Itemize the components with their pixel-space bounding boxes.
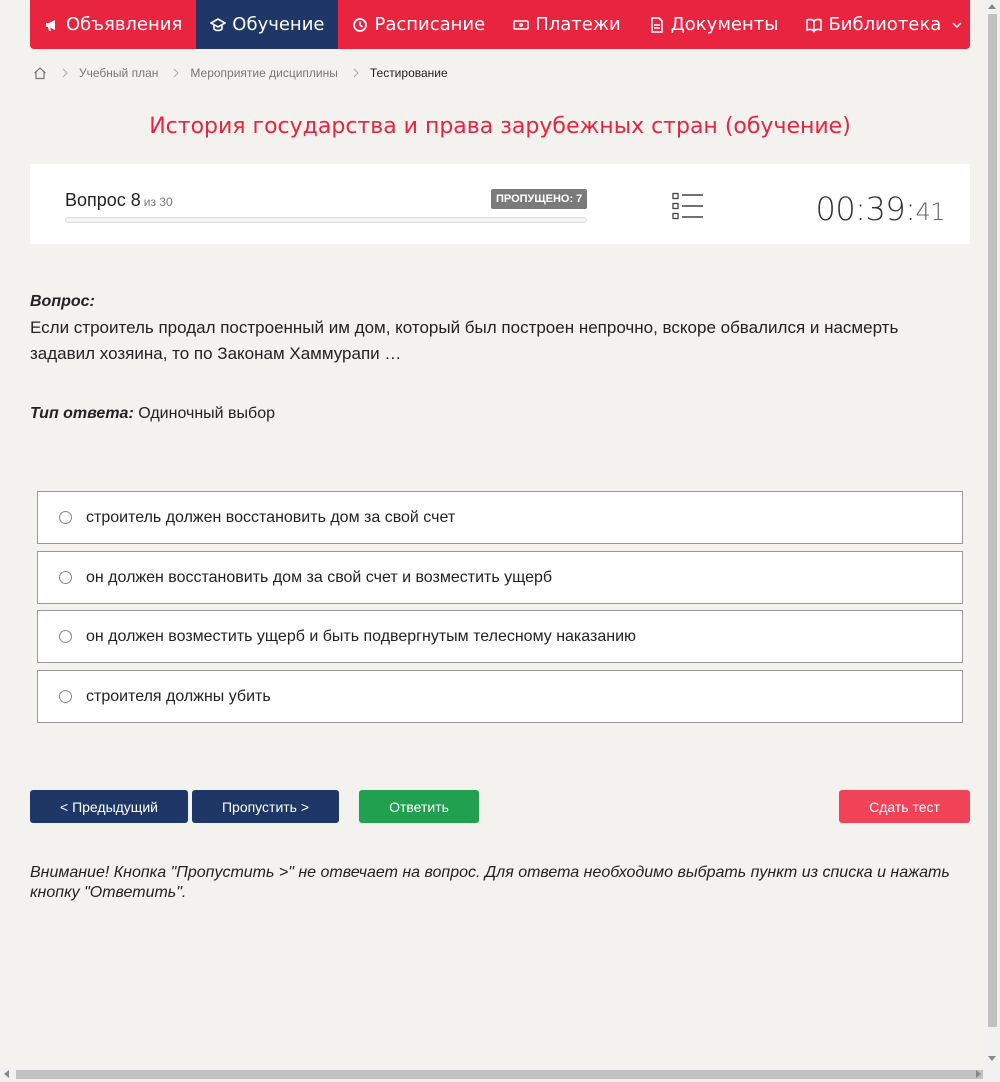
answer-option-3[interactable]: он должен возместить ущерб и быть подвер…: [37, 610, 963, 663]
skipped-badge: ПРОПУЩЕНО: 7: [491, 189, 588, 209]
answer-type-label: Тип ответа:: [30, 405, 134, 422]
vertical-scroll-thumb[interactable]: [988, 14, 997, 1027]
nav-item-label: Расписание: [374, 14, 486, 35]
answer-option-label: строитель должен восстановить дом за сво…: [86, 508, 456, 526]
megaphone-icon: [44, 17, 60, 33]
question-total: из 30: [143, 195, 173, 209]
question-counter: Вопрос 8 из 30: [65, 190, 173, 211]
scroll-up-arrow-icon[interactable]: [988, 4, 996, 9]
answer-type: Тип ответа: Одиночный выбор: [30, 405, 275, 423]
answer-option-1[interactable]: строитель должен восстановить дом за сво…: [37, 491, 963, 544]
skip-warning-text: Внимание! Кнопка "Пропустить >" не отвеч…: [30, 864, 950, 901]
top-navigation: Объявления Обучение Расписание Платежи Д…: [30, 0, 970, 49]
nav-item-schedule[interactable]: Расписание: [338, 0, 499, 49]
nav-item-payments[interactable]: Платежи: [499, 0, 635, 49]
breadcrumb: Учебный план Мероприятие дисциплины Тест…: [33, 63, 448, 83]
nav-item-label: Объявления: [66, 14, 183, 35]
nav-item-learning[interactable]: Обучение: [196, 0, 339, 49]
previous-button[interactable]: < Предыдущий: [30, 790, 188, 823]
timer-main: 00:39:: [815, 190, 916, 228]
question-number: Вопрос 8: [65, 190, 141, 210]
document-icon: [649, 16, 665, 33]
radio-button[interactable]: [59, 630, 72, 643]
scroll-right-arrow-icon[interactable]: [976, 1070, 981, 1078]
page-title: История государства и права зарубежных с…: [149, 114, 851, 139]
breadcrumb-curriculum[interactable]: Учебный план: [79, 66, 158, 80]
radio-button[interactable]: [59, 571, 72, 584]
nav-item-label: Библиотека: [828, 14, 942, 35]
horizontal-scrollbar[interactable]: [0, 1067, 1000, 1082]
answer-option-label: строителя должны убить: [86, 687, 271, 705]
chevron-down-icon: [951, 19, 963, 31]
radio-button[interactable]: [59, 511, 72, 524]
chevron-right-icon: [61, 68, 69, 78]
timer-seconds: 41: [915, 198, 945, 226]
nav-item-label: Документы: [670, 14, 779, 35]
progress-bar: [65, 217, 587, 223]
money-icon: [513, 17, 529, 33]
submit-test-button[interactable]: Сдать тест: [839, 790, 970, 823]
test-progress-panel: Вопрос 8 из 30 ПРОПУЩЕНО: 7 00:39:41: [30, 164, 970, 244]
countdown-timer: 00:39:41: [815, 190, 945, 228]
breadcrumb-testing: Тестирование: [369, 66, 448, 80]
answer-option-2[interactable]: он должен восстановить дом за свой счет …: [37, 551, 963, 604]
chevron-right-icon: [172, 68, 180, 78]
nav-item-label: Платежи: [535, 14, 621, 35]
question-list-icon[interactable]: [672, 192, 704, 220]
vertical-scrollbar[interactable]: [985, 0, 1000, 1067]
nav-item-announcements[interactable]: Объявления: [30, 0, 196, 49]
answer-button[interactable]: Ответить: [359, 790, 479, 823]
radio-button[interactable]: [59, 690, 72, 703]
nav-item-library[interactable]: Библиотека: [792, 0, 983, 49]
answer-option-label: он должен восстановить дом за свой счет …: [86, 568, 553, 586]
nav-item-documents[interactable]: Документы: [635, 0, 793, 49]
question-label: Вопрос:: [30, 293, 95, 310]
chevron-right-icon: [352, 68, 360, 78]
scroll-left-arrow-icon[interactable]: [4, 1070, 9, 1078]
answer-option-4[interactable]: строителя должны убить: [37, 670, 963, 723]
answer-type-value: Одиночный выбор: [138, 405, 275, 422]
horizontal-scroll-thumb[interactable]: [16, 1070, 983, 1079]
clock-icon: [352, 17, 368, 33]
question-text: Если строитель продал построенный им дом…: [30, 318, 899, 363]
nav-item-label: Обучение: [232, 14, 325, 35]
home-icon[interactable]: [33, 66, 47, 80]
skip-button[interactable]: Пропустить >: [192, 790, 339, 823]
book-icon: [806, 17, 823, 33]
answer-option-label: он должен возместить ущерб и быть подвер…: [86, 627, 637, 645]
scroll-down-arrow-icon[interactable]: [988, 1056, 996, 1061]
graduation-cap-icon: [210, 17, 227, 33]
breadcrumb-discipline-event[interactable]: Мероприятие дисциплины: [190, 66, 337, 80]
